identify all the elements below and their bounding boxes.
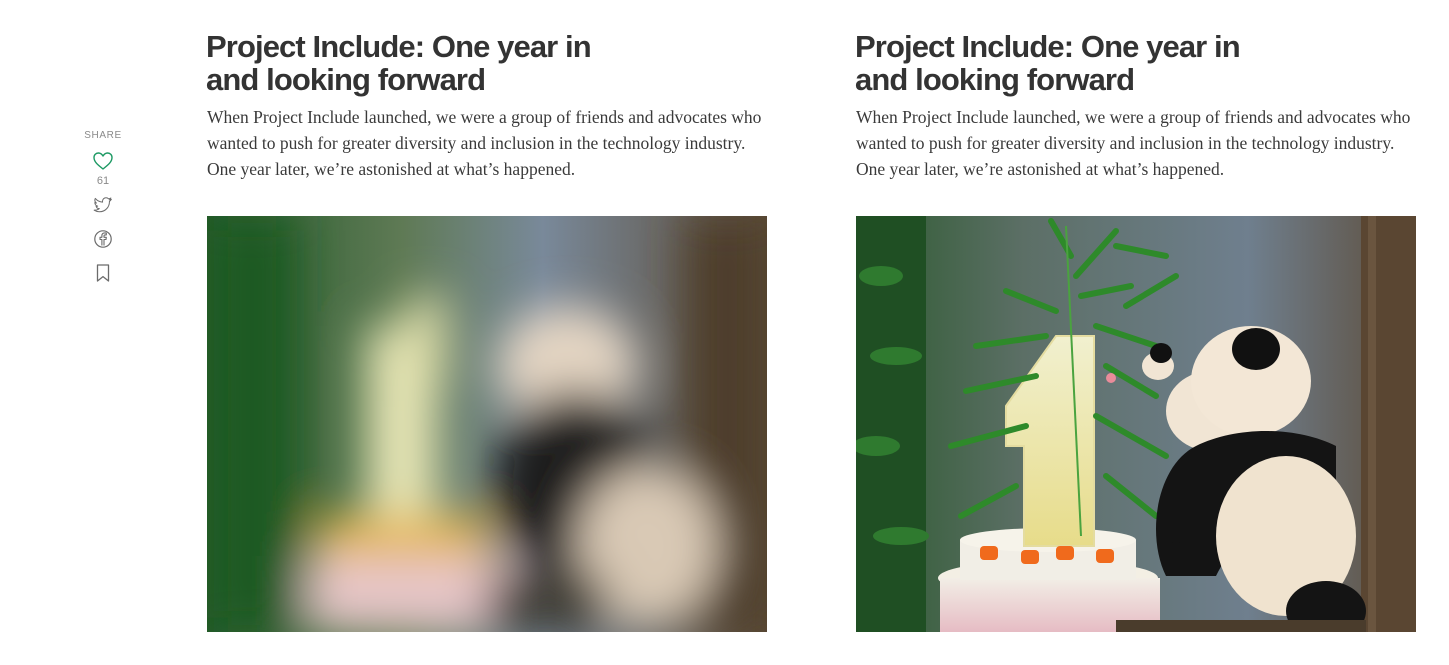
article-summary: When Project Include launched, we were a… [856, 107, 1411, 179]
article-card[interactable]: Project Include: One year in and looking… [206, 30, 767, 632]
share-label: SHARE [84, 130, 122, 141]
facebook-icon [94, 230, 112, 248]
like-count: 61 [96, 175, 110, 187]
article-title[interactable]: Project Include: One year in and looking… [206, 30, 646, 96]
twitter-icon [93, 197, 112, 213]
panda-cake-photo [856, 216, 1416, 632]
heart-icon [93, 152, 113, 170]
bookmark-icon [96, 264, 110, 282]
article-image[interactable] [856, 216, 1416, 632]
article-card[interactable]: Project Include: One year in and looking… [855, 30, 1416, 632]
article-summary: When Project Include launched, we were a… [207, 107, 762, 179]
share-facebook-button[interactable] [91, 227, 115, 251]
share-rail: SHARE 61 [78, 128, 128, 285]
share-twitter-button[interactable] [91, 193, 115, 217]
like-button[interactable] [91, 149, 115, 173]
article-image-blurred[interactable] [207, 216, 767, 632]
article-title[interactable]: Project Include: One year in and looking… [855, 30, 1295, 96]
bookmark-button[interactable] [91, 261, 115, 285]
blurred-panda-cake-photo [207, 216, 767, 632]
